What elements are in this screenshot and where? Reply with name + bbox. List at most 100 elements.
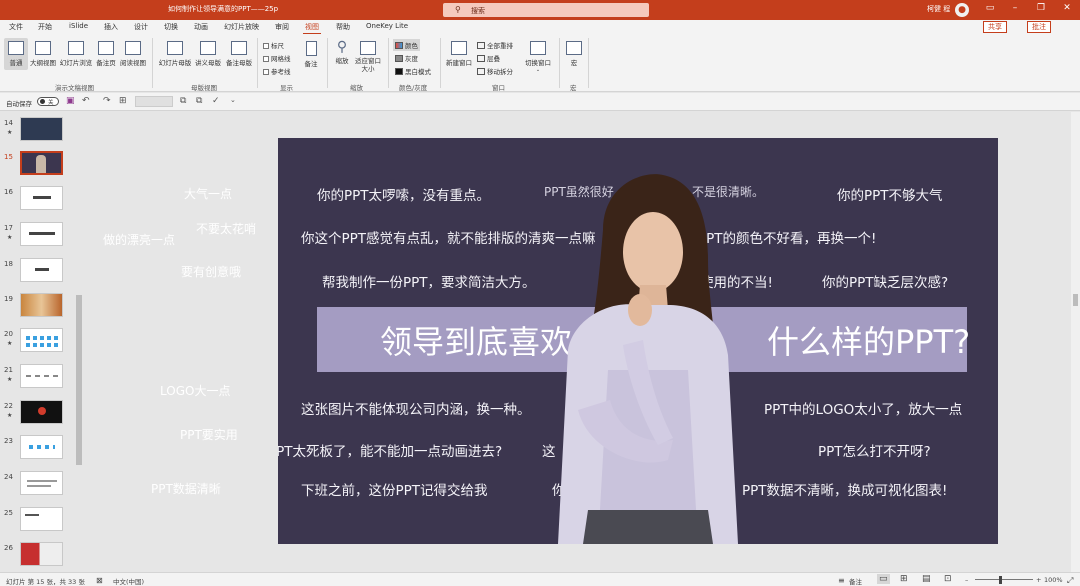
fit-window-button[interactable]: 适应窗口大小 — [353, 41, 383, 73]
slide-phrase[interactable]: 帮我制作一份PPT，要求简洁大方。 — [322, 271, 536, 291]
woman-photo[interactable] — [548, 170, 748, 544]
slide-phrase[interactable]: PPT中的LOGO太小了，放大一点 — [764, 398, 962, 418]
black-white-option[interactable]: 黑白模式 — [395, 66, 431, 76]
notes-button[interactable]: 备注 — [302, 41, 320, 68]
undo-icon[interactable]: ↶ — [82, 96, 90, 106]
fit-slide-icon[interactable]: ⤢ — [1067, 576, 1073, 586]
notes-toggle[interactable]: 备注 — [849, 576, 862, 586]
user-name[interactable]: 柯健 程 — [927, 4, 950, 14]
slide-phrase[interactable]: 下班之前，这份PPT记得交给我 — [301, 479, 488, 499]
zoom-in-icon[interactable]: + — [1036, 576, 1041, 584]
color-option[interactable]: 颜色 — [393, 39, 420, 51]
brush-icon[interactable]: ✓ — [212, 96, 220, 106]
thumbnail-scrollbar[interactable] — [76, 120, 82, 570]
tab-home[interactable]: 开始 — [38, 22, 52, 32]
avatar[interactable]: ● — [955, 3, 969, 17]
autosave-toggle[interactable]: 关 — [37, 97, 59, 106]
search-box[interactable]: ⚲ 搜索 — [443, 3, 649, 17]
zoom-level[interactable]: 100% — [1044, 576, 1063, 584]
font-size-box[interactable] — [135, 96, 173, 107]
notes-master-button[interactable]: 备注母版 — [224, 41, 254, 67]
pasteboard-text[interactable]: PPT数据清晰 — [151, 480, 221, 497]
zoom-button[interactable]: ⚲ 缩放 — [333, 39, 351, 65]
tab-transitions[interactable]: 切换 — [164, 22, 178, 32]
tab-file[interactable]: 文件 — [9, 22, 23, 32]
slide-thumbnail — [20, 400, 63, 424]
pasteboard-text[interactable]: 不要太花哨 — [196, 220, 256, 237]
outline-view-button[interactable]: 大纲视图 — [30, 41, 56, 67]
thumbnail-text — [27, 480, 57, 482]
share-button[interactable]: 共享 — [983, 21, 1007, 33]
move-split-option[interactable]: 移动拆分 — [477, 66, 513, 76]
normal-view-button[interactable]: 普通 — [4, 38, 28, 70]
current-slide[interactable]: 你的PPT太啰嗦，没有重点。 PPT虽然很好 不是很清晰。 你的PPT不够大气 … — [278, 138, 998, 544]
tab-insert[interactable]: 插入 — [104, 22, 118, 32]
slide-phrase[interactable]: 这张图片不能体现公司内涵，换一种。 — [301, 398, 531, 418]
thumbnail-text — [25, 514, 39, 516]
banner-text-right[interactable]: 什么样的PPT? — [767, 317, 970, 363]
new-window-button[interactable]: 新建窗口 — [445, 41, 473, 67]
cascade-option[interactable]: 层叠 — [477, 53, 500, 63]
zoom-out-icon[interactable]: – — [965, 576, 968, 584]
normal-view-icon[interactable]: ▭ — [877, 574, 890, 584]
close-icon[interactable]: ✕ — [1060, 3, 1074, 13]
notes-page-button[interactable]: 备注页 — [95, 41, 117, 67]
slide-phrase[interactable]: 你的PPT太啰嗦，没有重点。 — [317, 184, 490, 204]
slideshow-icon[interactable]: ⊡ — [944, 574, 952, 584]
tab-slideshow[interactable]: 幻灯片放映 — [224, 22, 259, 32]
maximize-icon[interactable]: ❐ — [1034, 3, 1048, 13]
pasteboard-text[interactable]: 做的漂亮一点 — [103, 231, 175, 248]
tab-review[interactable]: 审阅 — [275, 22, 289, 32]
slide-phrase[interactable]: PPT数据不清晰，换成可视化图表! — [742, 479, 947, 499]
slide-phrase[interactable]: 你的PPT缺乏层次感? — [822, 271, 948, 291]
editor-scroll-thumb[interactable] — [1073, 294, 1078, 306]
tab-animations[interactable]: 动画 — [194, 22, 208, 32]
tab-design[interactable]: 设计 — [134, 22, 148, 32]
customize-icon[interactable]: ⌄ — [230, 96, 236, 104]
copy-format-icon[interactable]: ⧉ — [196, 96, 202, 106]
handout-master-button[interactable]: 讲义母版 — [194, 41, 222, 67]
normal-view-icon — [8, 41, 24, 55]
ribbon-display-icon[interactable]: ▭ — [983, 3, 997, 13]
gridlines-checkbox[interactable]: 网格线 — [263, 53, 291, 63]
tab-help[interactable]: 帮助 — [336, 22, 350, 32]
ruler-checkbox[interactable]: 标尺 — [263, 40, 284, 50]
zoom-slider-knob[interactable] — [999, 576, 1002, 584]
thumbnail-dots — [26, 343, 59, 347]
tab-onekey[interactable]: OneKey Lite — [366, 22, 408, 30]
slide-phrase[interactable]: PPT太死板了，能不能加一点动画进去? — [278, 440, 502, 460]
tab-view[interactable]: 视图 — [303, 22, 321, 35]
macros-button[interactable]: 宏 — [564, 41, 584, 67]
slide-phrase[interactable]: PPT怎么打不开呀? — [818, 440, 931, 460]
tab-islide[interactable]: iSlide — [69, 22, 88, 30]
grayscale-option[interactable]: 灰度 — [395, 53, 418, 63]
pasteboard-text[interactable]: 大气一点 — [184, 185, 232, 202]
arrange-all-option[interactable]: 全部重排 — [477, 40, 513, 50]
slide-thumbnail — [20, 542, 63, 566]
pasteboard-text[interactable]: LOGO大一点 — [160, 382, 230, 399]
format-icon[interactable]: ⧉ — [180, 96, 186, 106]
redo-icon[interactable]: ↷ — [103, 96, 111, 106]
editor-scrollbar[interactable] — [1071, 112, 1080, 572]
slide-sorter-button[interactable]: 幻灯片浏览 — [59, 41, 93, 67]
slide-master-button[interactable]: 幻灯片母版 — [157, 41, 193, 67]
presentation-icon[interactable]: ⊞ — [119, 96, 127, 106]
move-split-icon — [477, 68, 485, 75]
notes-icon[interactable]: ≡ — [838, 576, 845, 585]
save-icon[interactable]: ▣ — [66, 96, 75, 106]
banner-text-left[interactable]: 领导到底喜欢 — [380, 317, 572, 363]
guides-checkbox[interactable]: 参考线 — [263, 66, 291, 76]
slide-phrase[interactable]: 你的PPT不够大气 — [837, 184, 943, 204]
reading-view-icon[interactable]: ▤ — [922, 574, 931, 584]
switch-windows-button[interactable]: 切换窗口 ⌄ — [524, 41, 552, 73]
language-label[interactable]: 中文(中国) — [113, 576, 144, 586]
pasteboard-text[interactable]: PPT要实用 — [180, 426, 238, 443]
pasteboard-text[interactable]: 要有创意哦 — [181, 263, 241, 280]
zoom-slider[interactable] — [975, 579, 1033, 580]
minimize-icon[interactable]: – — [1008, 3, 1022, 13]
accessibility-icon[interactable]: ⊠ — [96, 576, 103, 585]
slide-sorter-icon[interactable]: ⊞ — [900, 574, 908, 584]
reading-view-button[interactable]: 阅读视图 — [119, 41, 147, 67]
thumbnail-scroll-thumb[interactable] — [76, 295, 82, 465]
comments-button[interactable]: 批注 — [1027, 21, 1051, 33]
